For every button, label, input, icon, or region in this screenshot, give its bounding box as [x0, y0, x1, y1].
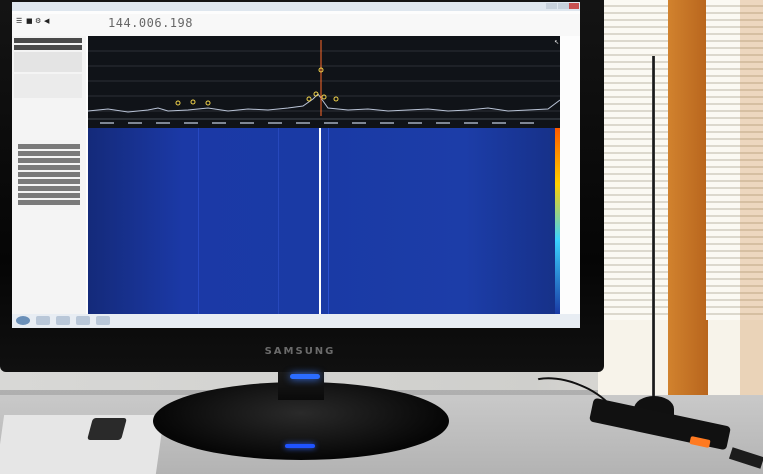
taskbar-app[interactable] — [56, 316, 70, 325]
antenna — [652, 56, 655, 408]
monitor-screen: ☰ ■ ⚙ ◀ 144.006.198 ↖ — [12, 2, 580, 328]
taskbar-app[interactable] — [36, 316, 50, 325]
settings-icon[interactable]: ⚙ — [35, 18, 42, 25]
waterfall-display[interactable] — [88, 128, 560, 314]
signal-trace — [198, 128, 199, 314]
power-led — [290, 374, 320, 379]
stop-icon[interactable]: ■ — [26, 18, 33, 25]
panel-header-radio[interactable] — [14, 45, 82, 50]
window-frame — [668, 0, 708, 400]
fft-plot: ↖ — [88, 39, 560, 124]
svg-text:↖: ↖ — [554, 39, 559, 46]
panel-item[interactable] — [18, 172, 80, 177]
source-options — [14, 52, 82, 72]
source-options-2 — [14, 74, 82, 98]
window-frame-right — [740, 0, 763, 400]
windows-taskbar — [12, 314, 580, 328]
settings-sidebar — [12, 36, 86, 322]
start-button[interactable] — [16, 316, 30, 325]
panel-item[interactable] — [18, 186, 80, 191]
panel-item[interactable] — [18, 165, 80, 170]
waterfall-colorbar — [555, 128, 560, 314]
frequency-display[interactable]: 144.006.198 — [108, 16, 193, 30]
volume-icon[interactable]: ◀ — [44, 18, 51, 25]
panel-item[interactable] — [18, 151, 80, 156]
maximize-icon[interactable] — [558, 3, 569, 9]
stand-blue-light — [285, 444, 315, 448]
panel-item[interactable] — [18, 144, 80, 149]
panel-list — [18, 144, 80, 207]
source-panel[interactable] — [14, 38, 82, 100]
panel-item[interactable] — [18, 179, 80, 184]
panel-header-source[interactable] — [14, 38, 82, 43]
paper-sheet — [0, 415, 165, 474]
panel-item[interactable] — [18, 158, 80, 163]
panel-item[interactable] — [18, 193, 80, 198]
tuning-line[interactable] — [319, 128, 321, 314]
toolbar — [12, 14, 580, 36]
minimize-icon[interactable] — [546, 3, 557, 9]
menu-icon[interactable]: ☰ — [16, 18, 23, 25]
taskbar-app[interactable] — [96, 316, 110, 325]
signal-trace — [278, 128, 279, 314]
window-titlebar — [12, 2, 580, 11]
close-icon[interactable] — [569, 3, 579, 9]
small-device — [87, 418, 127, 440]
panel-item[interactable] — [18, 200, 80, 205]
taskbar-app[interactable] — [76, 316, 90, 325]
fft-spectrum[interactable]: ↖ — [88, 36, 560, 128]
monitor-brand: SAMSUNG — [264, 346, 336, 357]
signal-trace — [328, 128, 329, 314]
